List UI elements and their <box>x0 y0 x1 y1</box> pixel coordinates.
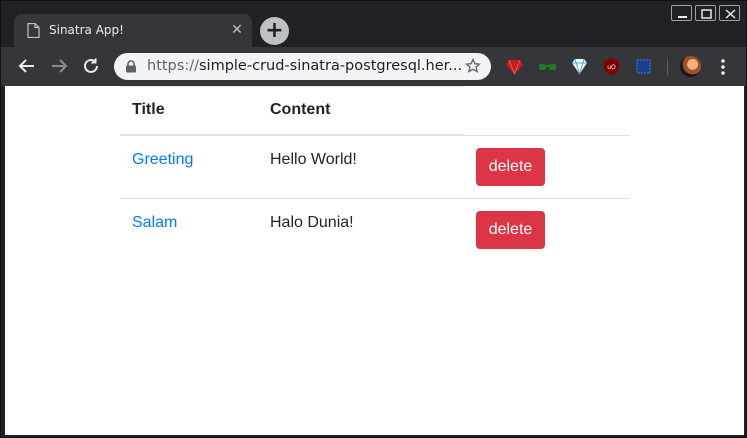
diamond-extension-icon[interactable] <box>570 57 589 76</box>
content-cell: Halo Dunia! <box>270 197 464 261</box>
selection-extension-icon[interactable] <box>634 57 653 76</box>
post-title-link[interactable]: Greeting <box>132 151 193 168</box>
table-header-row: Title Content <box>120 86 630 135</box>
header-bottom-rule <box>120 134 464 136</box>
browser-window: Sinatra App! ✕ + https://simple-crud-sin… <box>0 0 747 438</box>
lock-icon[interactable] <box>125 60 137 73</box>
title-cell: Greeting <box>120 134 270 198</box>
url-host: simple-crud-sinatra-postgresql.her... <box>198 58 463 74</box>
delete-button[interactable]: delete <box>476 210 545 249</box>
tab-strip: Sinatra App! ✕ + <box>1 1 746 47</box>
url-scheme: https:// <box>147 58 199 74</box>
tab-sinatra-app[interactable]: Sinatra App! ✕ <box>14 14 252 47</box>
table-row: Salam Halo Dunia! delete <box>120 197 630 261</box>
action-cell: delete <box>464 134 630 198</box>
column-header-content: Content <box>270 101 331 119</box>
back-arrow-icon[interactable] <box>16 55 38 77</box>
browser-toolbar: https://simple-crud-sinatra-postgresql.h… <box>1 47 746 86</box>
tab-title: Sinatra App! <box>49 23 124 37</box>
address-bar[interactable]: https://simple-crud-sinatra-postgresql.h… <box>114 53 491 80</box>
new-tab-button[interactable]: + <box>260 17 289 45</box>
toolbar-separator <box>667 59 668 75</box>
close-window-button[interactable] <box>719 5 740 21</box>
glasses-extension-icon[interactable] <box>538 57 557 76</box>
maximize-icon <box>701 9 712 19</box>
ruby-extension-icon[interactable] <box>505 57 524 76</box>
document-icon <box>27 23 40 38</box>
posts-table: Title Content Greeting Hello World! dele… <box>120 86 630 261</box>
action-cell: delete <box>464 197 630 261</box>
content-cell: Hello World! <box>270 134 464 198</box>
minimize-button[interactable] <box>671 5 692 21</box>
page-viewport: Title Content Greeting Hello World! dele… <box>5 86 744 435</box>
close-tab-icon[interactable]: ✕ <box>229 22 245 38</box>
table-row: Greeting Hello World! delete <box>120 134 630 198</box>
close-icon <box>725 9 736 19</box>
ublock-extension-icon[interactable]: uO <box>602 57 621 76</box>
maximize-button[interactable] <box>695 5 716 21</box>
bookmark-star-icon[interactable] <box>465 58 481 74</box>
post-title-link[interactable]: Salam <box>132 214 177 231</box>
post-content: Hello World! <box>270 150 357 168</box>
svg-text:uO: uO <box>607 64 616 71</box>
more-menu-icon[interactable] <box>717 57 729 77</box>
url-text[interactable]: https://simple-crud-sinatra-postgresql.h… <box>147 58 462 74</box>
profile-avatar[interactable] <box>680 56 701 77</box>
column-header-title: Title <box>132 101 165 119</box>
title-cell: Salam <box>120 197 270 261</box>
forward-arrow-icon[interactable] <box>48 55 70 77</box>
column-header-actions <box>464 86 630 135</box>
reload-icon[interactable] <box>80 55 102 77</box>
delete-button[interactable]: delete <box>476 147 545 186</box>
minimize-icon <box>678 16 687 18</box>
post-content: Halo Dunia! <box>270 213 354 231</box>
